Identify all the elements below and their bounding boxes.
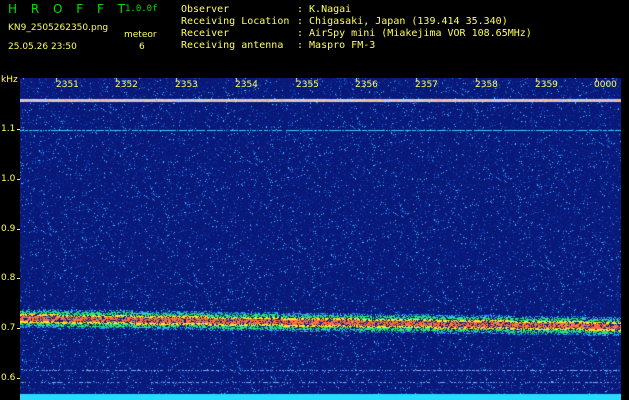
y-tick-label: 0.9 — [1, 224, 16, 234]
meteor-count: 6 — [139, 42, 145, 52]
version-label: 1.0.0f — [125, 4, 158, 14]
info-key-observer: Observer — [181, 4, 230, 15]
info-value-observer: : K.Nagai — [297, 4, 352, 15]
x-tick-label: 2359 — [535, 80, 558, 90]
info-key-antenna: Receiving antenna — [181, 40, 284, 51]
header-panel: H R O F F T 1.0.0f KN9_2505262350.png me… — [0, 0, 629, 72]
info-value-receiver: : AirSpy mini (Miakejima VOR 108.65MHz) — [297, 28, 532, 39]
x-tick-label: 2355 — [296, 80, 319, 90]
x-tick-label: 2354 — [235, 80, 258, 90]
file-name: KN9_2505262350.png — [8, 23, 109, 33]
info-key-receiver: Receiver — [181, 28, 230, 39]
y-tick-label: 0.6 — [1, 373, 16, 383]
x-tick-label: 2358 — [475, 80, 498, 90]
info-value-antenna: : Maspro FM-3 — [297, 40, 376, 51]
y-tick-label: 1.1 — [1, 124, 16, 134]
x-tick-label: 2356 — [355, 80, 378, 90]
spectrogram-canvas — [20, 78, 621, 400]
y-unit-label: kHz — [1, 75, 18, 85]
timestamp: 25.05.26 23:50 — [8, 42, 77, 52]
y-tick-label: 0.8 — [1, 273, 16, 283]
y-tick-label: 0.7 — [1, 323, 16, 333]
x-tick-label: 2353 — [175, 80, 198, 90]
x-tick-label: 0000 — [594, 80, 617, 90]
y-tick-label: 1.0 — [1, 174, 16, 184]
x-tick-label: 2357 — [415, 80, 438, 90]
info-value-location: : Chigasaki, Japan (139.414 35.340) — [297, 16, 508, 27]
meteor-label: meteor — [124, 30, 157, 40]
x-tick-label: 2352 — [115, 80, 138, 90]
spectrogram-plot — [20, 78, 621, 400]
info-key-location: Receiving Location — [181, 16, 290, 27]
x-tick-label: 2351 — [56, 80, 79, 90]
app-logo: H R O F F T — [8, 2, 131, 16]
